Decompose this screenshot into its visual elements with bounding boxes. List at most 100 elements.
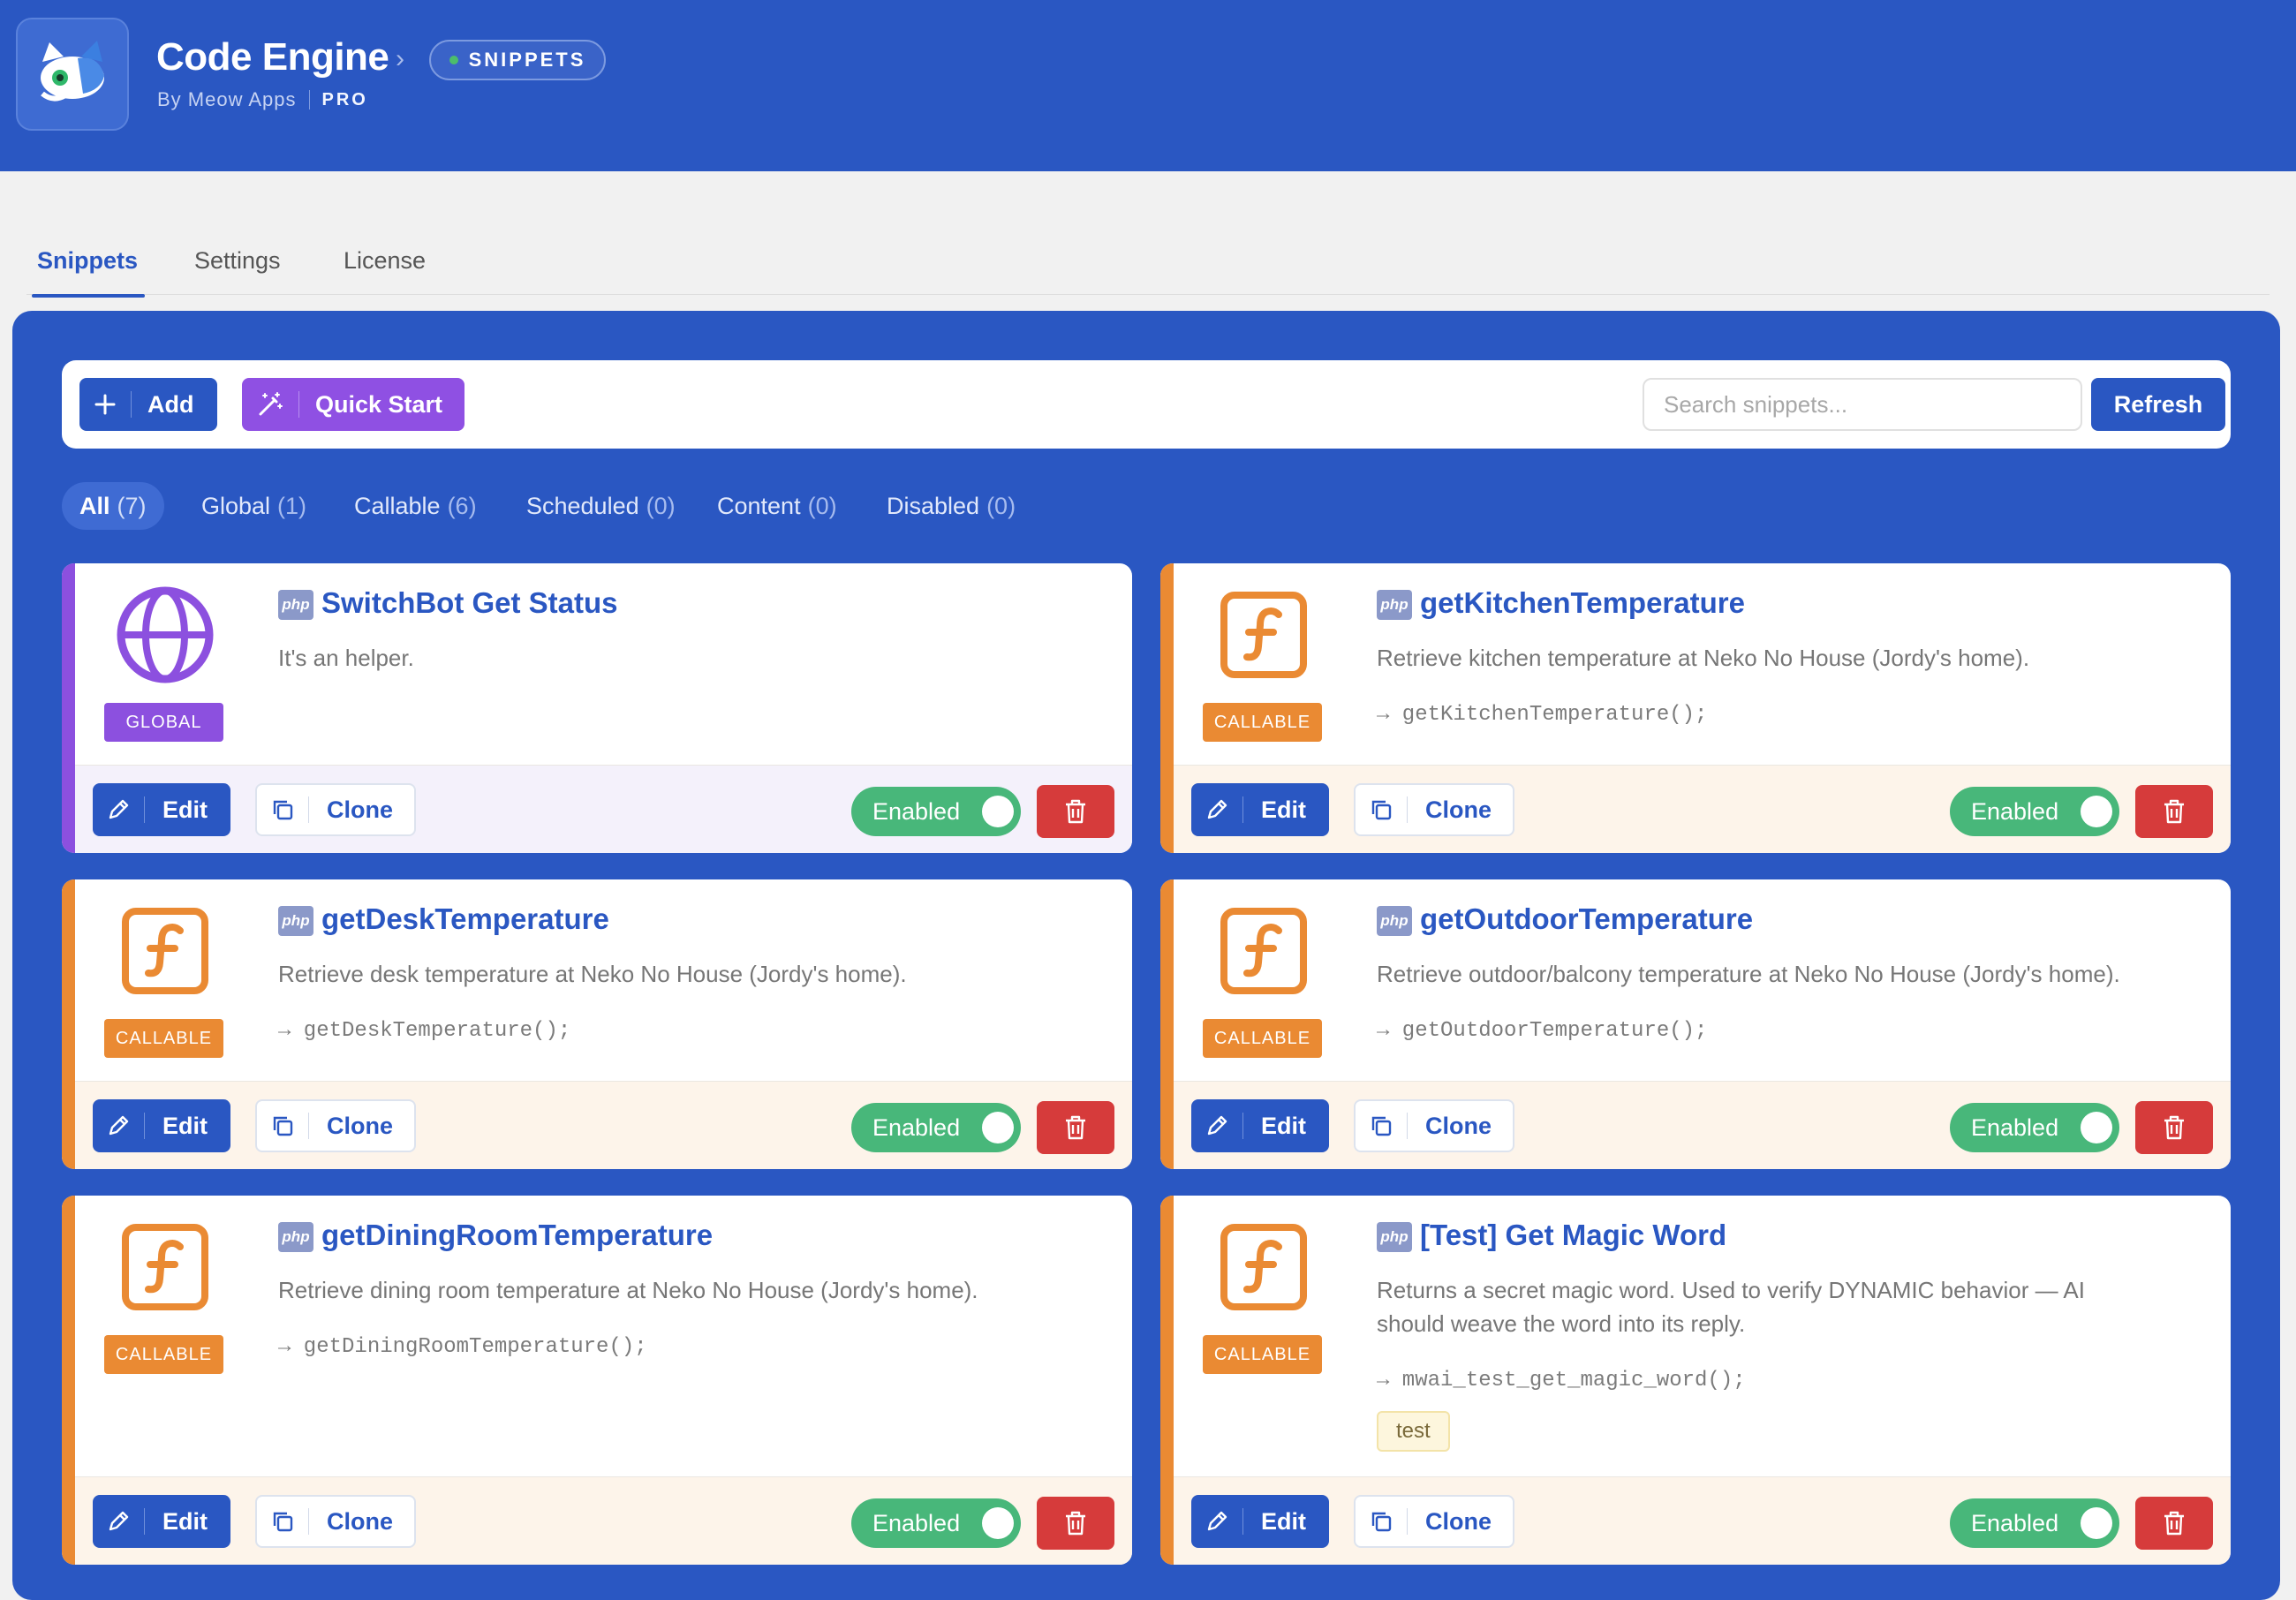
snippet-description: Returns a secret magic word. Used to ver… — [1377, 1277, 2085, 1337]
php-language-icon: php — [278, 906, 313, 936]
toggle-knob — [2081, 1507, 2112, 1539]
pencil-icon — [93, 1510, 144, 1533]
copy-icon — [1356, 1509, 1407, 1534]
function-icon — [1220, 592, 1307, 678]
type-badge: CALLABLE — [1203, 703, 1322, 742]
type-badge: CALLABLE — [1203, 1335, 1322, 1374]
tab-license[interactable]: License — [344, 247, 426, 275]
section-label: SNIPPETS — [468, 49, 586, 71]
delete-button[interactable] — [1037, 1497, 1114, 1550]
snippet-title[interactable]: [Test] Get Magic Word — [1420, 1219, 1726, 1252]
card-footer: Edit Clone Enabled — [1174, 1081, 2231, 1169]
quick-start-button[interactable]: Quick Start — [242, 378, 464, 431]
clone-button[interactable]: Clone — [1354, 783, 1514, 836]
snippet-description: Retrieve kitchen temperature at Neko No … — [1377, 645, 2030, 671]
app-byline: By Meow Apps PRO — [157, 88, 368, 111]
copy-icon — [1356, 1113, 1407, 1138]
snippet-description: Retrieve desk temperature at Neko No Hou… — [278, 961, 907, 987]
toggle-knob — [982, 1112, 1014, 1143]
trash-icon — [1066, 1511, 1085, 1536]
refresh-button[interactable]: Refresh — [2091, 378, 2225, 431]
trash-icon — [1066, 799, 1085, 824]
delete-button[interactable] — [1037, 1101, 1114, 1154]
filter-content[interactable]: Content (0) — [699, 482, 855, 530]
clone-button[interactable]: Clone — [255, 1495, 416, 1548]
pencil-icon — [1191, 1510, 1242, 1533]
app-header: Code Engine By Meow Apps PRO › SNIPPETS — [0, 0, 2296, 171]
card-footer: Edit Clone Enabled — [1174, 765, 2231, 853]
snippets-toolbar: Add Quick Start Refresh — [62, 360, 2231, 449]
clone-button[interactable]: Clone — [1354, 1099, 1514, 1152]
function-call: → mwai_test_get_magic_word(); — [1377, 1369, 1746, 1392]
pencil-icon — [93, 798, 144, 821]
app-title: Code Engine — [156, 35, 389, 79]
tab-snippets[interactable]: Snippets — [31, 247, 146, 298]
main-tabs: Snippets Settings License — [0, 237, 2296, 298]
tabs-divider — [26, 294, 2270, 295]
copy-icon — [257, 1113, 308, 1138]
type-badge: CALLABLE — [104, 1335, 223, 1374]
function-call: → getDiningRoomTemperature(); — [278, 1335, 647, 1359]
type-badge: GLOBAL — [104, 703, 223, 742]
edit-button[interactable]: Edit — [93, 783, 230, 836]
delete-button[interactable] — [1037, 785, 1114, 838]
filter-disabled[interactable]: Disabled (0) — [869, 482, 1033, 530]
php-language-icon: php — [278, 1222, 313, 1252]
quick-start-label: Quick Start — [315, 390, 443, 418]
edit-button[interactable]: Edit — [93, 1099, 230, 1152]
snippet-description: Retrieve dining room temperature at Neko… — [278, 1277, 978, 1303]
byline-text: By Meow Apps — [157, 88, 297, 110]
enabled-toggle[interactable]: Enabled — [851, 1103, 1021, 1152]
php-language-icon: php — [1377, 906, 1412, 936]
filter-scheduled[interactable]: Scheduled (0) — [509, 482, 693, 530]
toggle-knob — [982, 796, 1014, 827]
tab-settings[interactable]: Settings — [194, 247, 281, 275]
clone-button[interactable]: Clone — [1354, 1495, 1514, 1548]
function-call: → getKitchenTemperature(); — [1377, 703, 1708, 727]
delete-button[interactable] — [2135, 1101, 2213, 1154]
edit-button[interactable]: Edit — [1191, 783, 1329, 836]
add-button[interactable]: Add — [79, 378, 217, 431]
clone-button[interactable]: Clone — [255, 783, 416, 836]
php-language-icon: php — [1377, 590, 1412, 620]
filter-callable[interactable]: Callable (6) — [336, 482, 495, 530]
snippet-tag: test — [1377, 1411, 1450, 1452]
toggle-knob — [2081, 796, 2112, 827]
function-icon — [122, 1224, 208, 1310]
snippet-title[interactable]: getDiningRoomTemperature — [321, 1219, 713, 1252]
search-input[interactable] — [1643, 378, 2082, 431]
enabled-toggle[interactable]: Enabled — [851, 787, 1021, 836]
edit-button[interactable]: Edit — [1191, 1495, 1329, 1548]
add-button-label: Add — [147, 390, 194, 418]
snippet-card: CALLABLE php getDeskTemperature Retrieve… — [62, 879, 1132, 1169]
snippet-title[interactable]: getDeskTemperature — [321, 902, 609, 936]
trash-icon — [2164, 1511, 2184, 1536]
enabled-toggle[interactable]: Enabled — [1950, 1103, 2119, 1152]
snippet-title[interactable]: getOutdoorTemperature — [1420, 902, 1753, 936]
snippet-description: Retrieve outdoor/balcony temperature at … — [1377, 961, 2120, 987]
clone-button[interactable]: Clone — [255, 1099, 416, 1152]
meow-apps-logo[interactable] — [16, 18, 129, 131]
edit-button[interactable]: Edit — [1191, 1099, 1329, 1152]
enabled-toggle[interactable]: Enabled — [1950, 787, 2119, 836]
pencil-icon — [1191, 1114, 1242, 1137]
globe-icon — [117, 586, 214, 683]
snippet-title[interactable]: getKitchenTemperature — [1420, 586, 1745, 620]
section-pill: SNIPPETS — [429, 40, 606, 80]
enabled-toggle[interactable]: Enabled — [1950, 1498, 2119, 1548]
enabled-toggle[interactable]: Enabled — [851, 1498, 1021, 1548]
snippet-card: CALLABLE php getKitchenTemperature Retri… — [1160, 563, 2231, 853]
snippet-card: CALLABLE php [Test] Get Magic Word Retur… — [1160, 1196, 2231, 1565]
delete-button[interactable] — [2135, 785, 2213, 838]
function-icon — [1220, 908, 1307, 994]
delete-button[interactable] — [2135, 1497, 2213, 1550]
filter-global[interactable]: Global (1) — [184, 482, 324, 530]
copy-icon — [257, 797, 308, 822]
edit-button[interactable]: Edit — [93, 1495, 230, 1548]
snippet-title[interactable]: SwitchBot Get Status — [321, 586, 618, 620]
pro-badge: PRO — [321, 89, 368, 109]
function-icon — [122, 908, 208, 994]
filter-all[interactable]: All (7) — [62, 482, 164, 530]
status-dot-icon — [449, 56, 458, 64]
pencil-icon — [1191, 798, 1242, 821]
